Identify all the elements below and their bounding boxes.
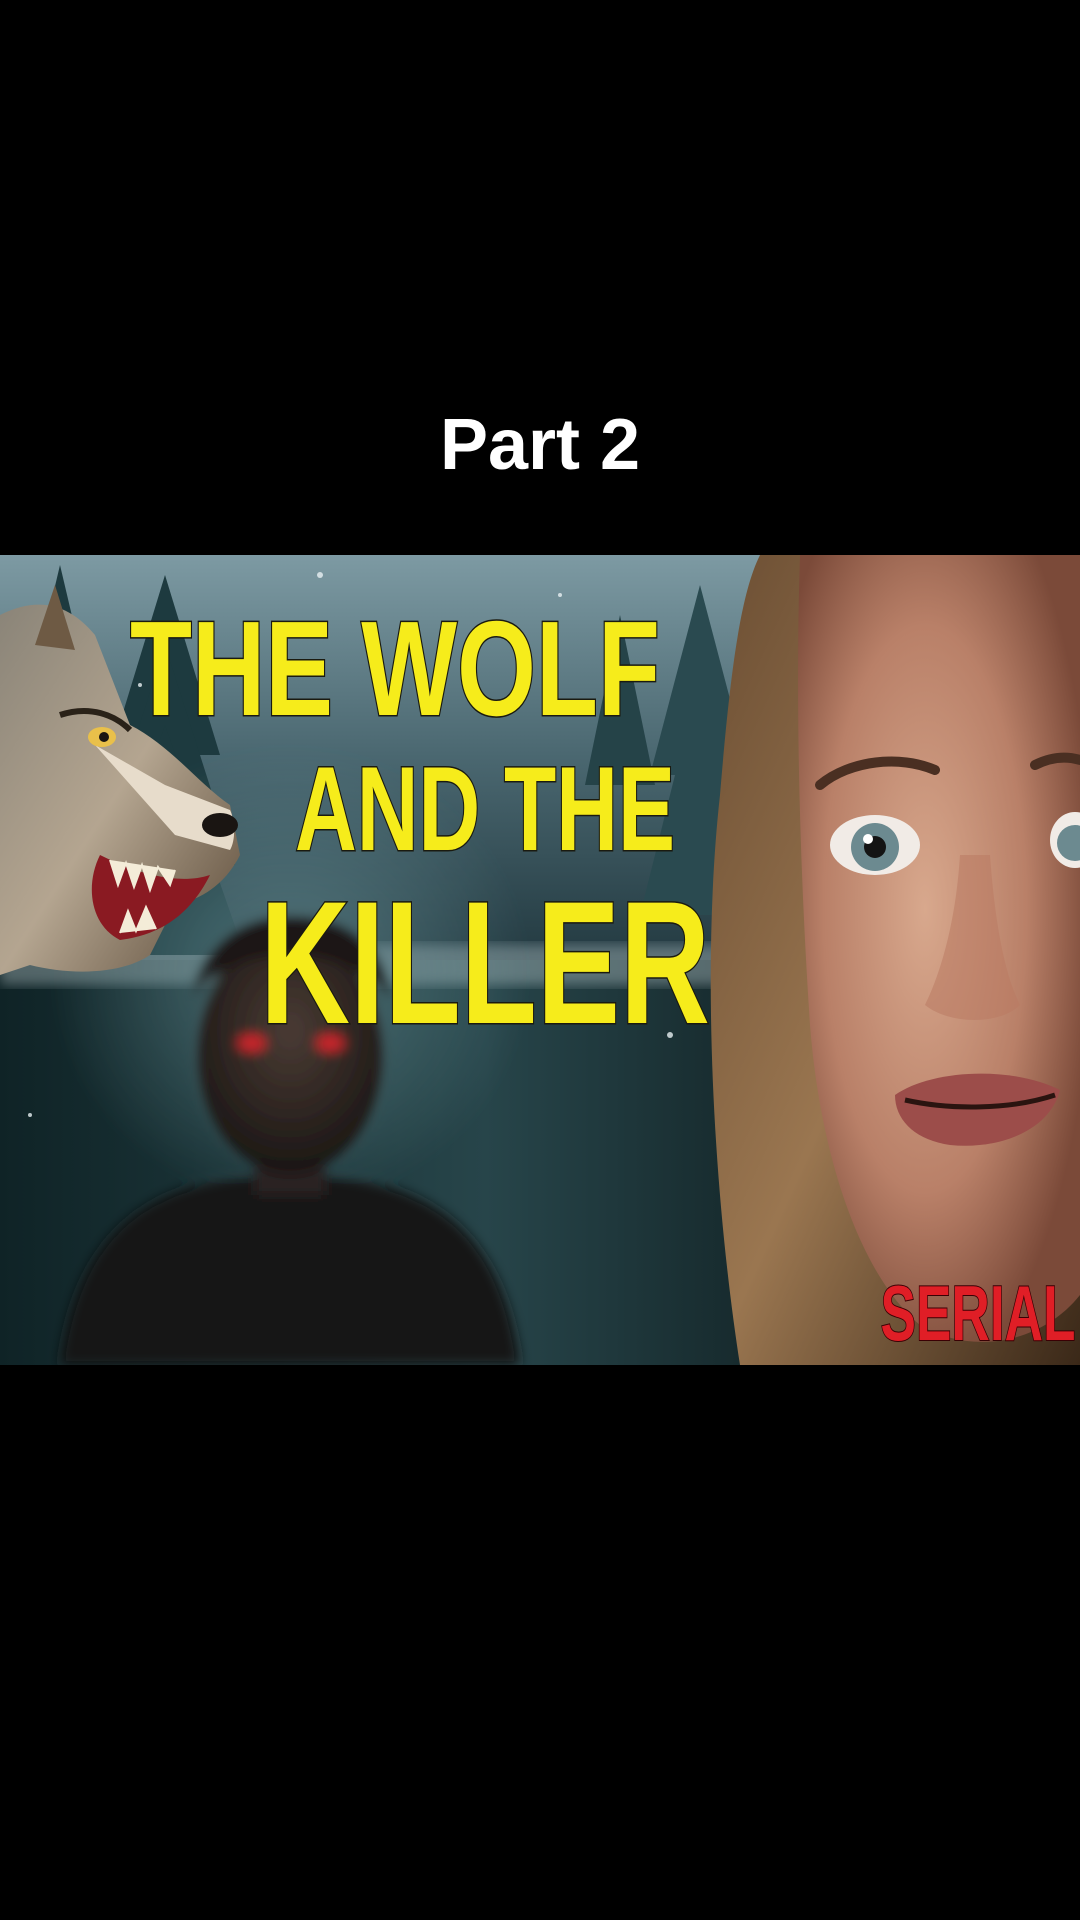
video-player-screen[interactable]: Part 2 THE WOLF AND THE KILLER SERIAL	[0, 0, 1080, 1920]
title-line-2: AND THE	[295, 742, 675, 876]
title-line-3: KILLER	[260, 866, 710, 1061]
frightened-woman-face-icon	[710, 555, 1080, 1365]
part-caption: Part 2	[439, 405, 641, 485]
video-thumbnail[interactable]: THE WOLF AND THE KILLER SERIAL	[0, 555, 1080, 1365]
title-line-1: THE WOLF	[130, 593, 660, 744]
serial-tag: SERIAL	[881, 1269, 1076, 1357]
